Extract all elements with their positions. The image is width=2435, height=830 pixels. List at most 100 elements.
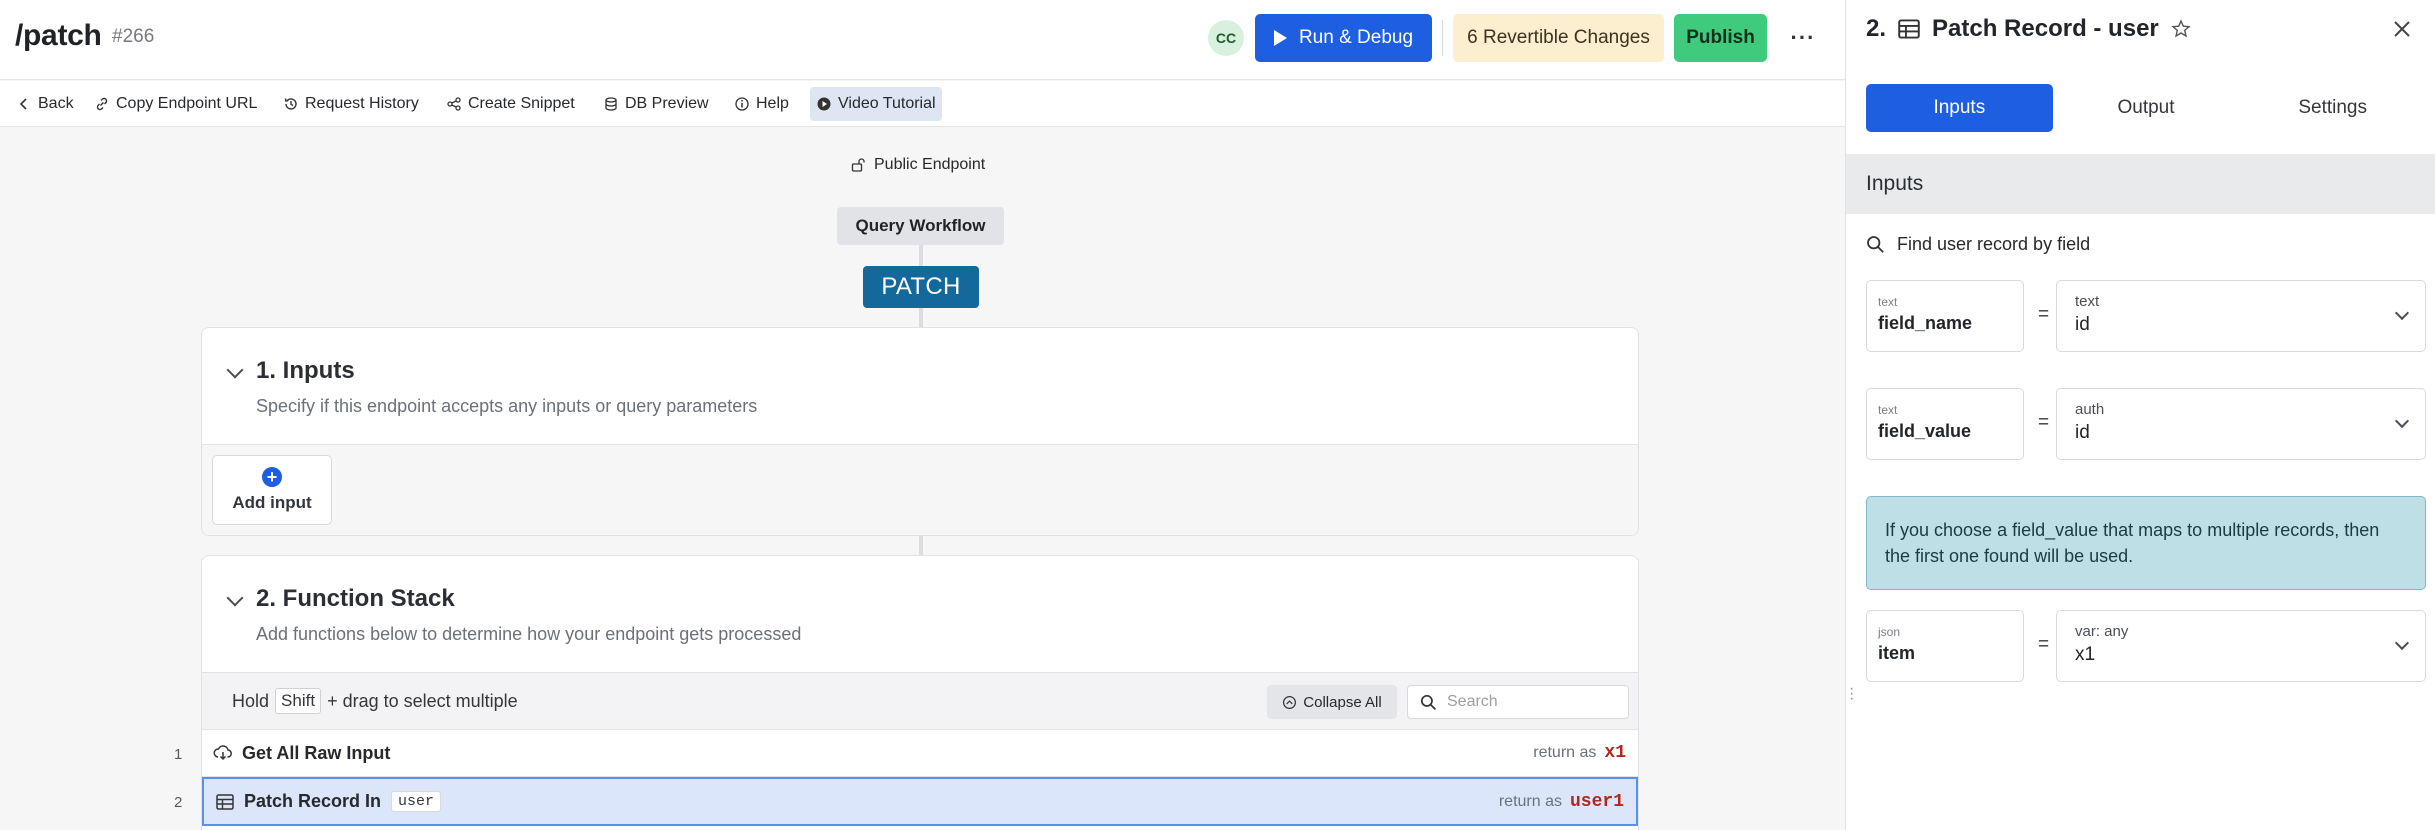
function-return: return as user1	[1499, 779, 1624, 824]
http-method-badge[interactable]: PATCH	[863, 266, 979, 308]
chevron-down-icon[interactable]	[226, 589, 244, 607]
param-type: json	[1878, 625, 1901, 639]
add-input-button[interactable]: + Add input	[212, 455, 332, 525]
param-value-select[interactable]: auth id	[2056, 388, 2426, 460]
param-type: text	[1878, 403, 1898, 417]
param-name-box: text field_name	[1866, 280, 2024, 352]
param-row-item: json item = var: any x1	[1866, 610, 2426, 682]
function-return: return as x1	[1533, 730, 1626, 776]
collapse-all-button[interactable]: Collapse All	[1267, 685, 1397, 719]
param-type: text	[1878, 295, 1898, 309]
copy-endpoint-url-label: Copy Endpoint URL	[116, 95, 258, 112]
function-name: Get All Raw Input	[242, 742, 391, 763]
return-prefix: return as	[1533, 744, 1597, 761]
equals-sign: =	[2038, 304, 2050, 325]
param-name: field_value	[1878, 421, 1972, 441]
user-avatar[interactable]: CC	[1208, 20, 1244, 56]
publish-button[interactable]: Publish	[1674, 14, 1767, 62]
function-stack-title: 2. Function Stack	[256, 585, 455, 612]
tab-settings[interactable]: Settings	[2239, 84, 2426, 132]
history-icon	[284, 98, 297, 110]
row-number: 1	[174, 746, 183, 763]
share-icon	[447, 97, 461, 111]
function-row-selected[interactable]: Patch Record In user return as user1	[202, 777, 1638, 826]
inputs-section-title: 1. Inputs	[256, 357, 355, 384]
param-row-field-name: text field_name = text id	[1866, 280, 2426, 352]
panel-tabs: Inputs Output Settings	[1866, 84, 2426, 132]
function-stack-header[interactable]: 2. Function Stack Add functions below to…	[202, 556, 1638, 673]
inputs-section-header[interactable]: 1. Inputs Specify if this endpoint accep…	[202, 328, 1638, 445]
star-icon[interactable]	[2171, 19, 2191, 39]
resize-handle[interactable]: · · ·	[1849, 681, 1854, 707]
function-row[interactable]: Get All Raw Input return as x1	[202, 730, 1638, 777]
param-name: field_name	[1878, 313, 1973, 333]
return-prefix: return as	[1498, 792, 1562, 810]
public-endpoint-indicator[interactable]: Public Endpoint	[850, 156, 985, 174]
value: id	[2075, 422, 2090, 443]
return-variable[interactable]: x1	[1604, 743, 1626, 763]
add-input-label: Add input	[232, 493, 312, 512]
value-type: auth	[2075, 401, 2105, 418]
table-tag: user	[391, 791, 442, 812]
create-snippet-label: Create Snippet	[468, 95, 575, 112]
unlock-icon	[851, 158, 865, 172]
create-snippet-button[interactable]: Create Snippet	[440, 87, 581, 121]
database-icon	[605, 97, 617, 111]
connector-line	[919, 308, 923, 328]
equals-sign: =	[2038, 412, 2050, 433]
public-endpoint-label: Public Endpoint	[874, 156, 986, 173]
tab-output[interactable]: Output	[2053, 84, 2240, 132]
collapse-icon	[1283, 695, 1297, 709]
param-value-select[interactable]: text id	[2056, 280, 2426, 352]
cloud-download-icon	[212, 744, 234, 762]
chevron-down-icon[interactable]	[226, 361, 244, 379]
toolbar: Back Copy Endpoint URL Request History C…	[0, 81, 1845, 127]
function-stack-toolbar: Hold Shift + drag to select multiple Col…	[202, 673, 1638, 730]
param-name: item	[1878, 643, 1916, 663]
request-history-button[interactable]: Request History	[277, 87, 425, 121]
search-icon	[1420, 694, 1437, 710]
info-icon	[735, 97, 749, 111]
revertible-changes-button[interactable]: 6 Revertible Changes	[1453, 14, 1664, 62]
search-placeholder: Search	[1447, 693, 1498, 710]
close-icon[interactable]	[2387, 14, 2417, 44]
help-label: Help	[756, 95, 789, 112]
inputs-section-body: + Add input	[202, 445, 1638, 535]
function-stack-subtitle: Add functions below to determine how you…	[256, 624, 802, 644]
chevron-left-icon	[19, 98, 27, 110]
equals-sign: =	[2038, 634, 2050, 655]
tab-inputs[interactable]: Inputs	[1866, 84, 2053, 132]
table-icon	[214, 793, 236, 810]
video-tutorial-button[interactable]: Video Tutorial	[810, 87, 942, 121]
param-row-field-value: text field_value = auth id	[1866, 388, 2426, 460]
run-debug-button[interactable]: Run & Debug	[1255, 14, 1432, 62]
back-label: Back	[38, 95, 74, 112]
function-search-input[interactable]: Search	[1407, 685, 1629, 719]
more-options-button[interactable]: ···	[1785, 20, 1821, 56]
find-record-text: Find user record by field	[1897, 234, 2091, 254]
workflow-type-badge: Query Workflow	[837, 207, 1004, 245]
value: id	[2075, 314, 2090, 335]
param-name-box: text field_value	[1866, 388, 2024, 460]
db-preview-button[interactable]: DB Preview	[597, 87, 715, 121]
copy-endpoint-url-button[interactable]: Copy Endpoint URL	[88, 87, 263, 121]
db-preview-label: DB Preview	[625, 95, 709, 112]
shift-key: Shift	[275, 688, 322, 714]
multi-select-hint: Hold Shift + drag to select multiple	[232, 688, 518, 714]
find-record-label: Find user record by field	[1866, 234, 2090, 255]
collapse-all-label: Collapse All	[1303, 693, 1382, 711]
inputs-section-subtitle: Specify if this endpoint accepts any inp…	[256, 396, 758, 416]
link-icon	[96, 97, 108, 111]
play-circle-icon	[817, 97, 831, 111]
run-debug-label: Run & Debug	[1298, 27, 1414, 48]
panel-step: 2.	[1866, 15, 1887, 42]
back-button[interactable]: Back	[10, 87, 80, 121]
hint-suffix: + drag to select multiple	[327, 690, 518, 711]
endpoint-id: #266	[112, 26, 155, 47]
help-button[interactable]: Help	[728, 87, 795, 121]
table-icon	[1898, 19, 1920, 39]
info-note: If you choose a field_value that maps to…	[1866, 496, 2426, 590]
endpoint-title: /patch	[15, 19, 102, 52]
param-value-select[interactable]: var: any x1	[2056, 610, 2426, 682]
return-variable[interactable]: user1	[1570, 792, 1624, 812]
